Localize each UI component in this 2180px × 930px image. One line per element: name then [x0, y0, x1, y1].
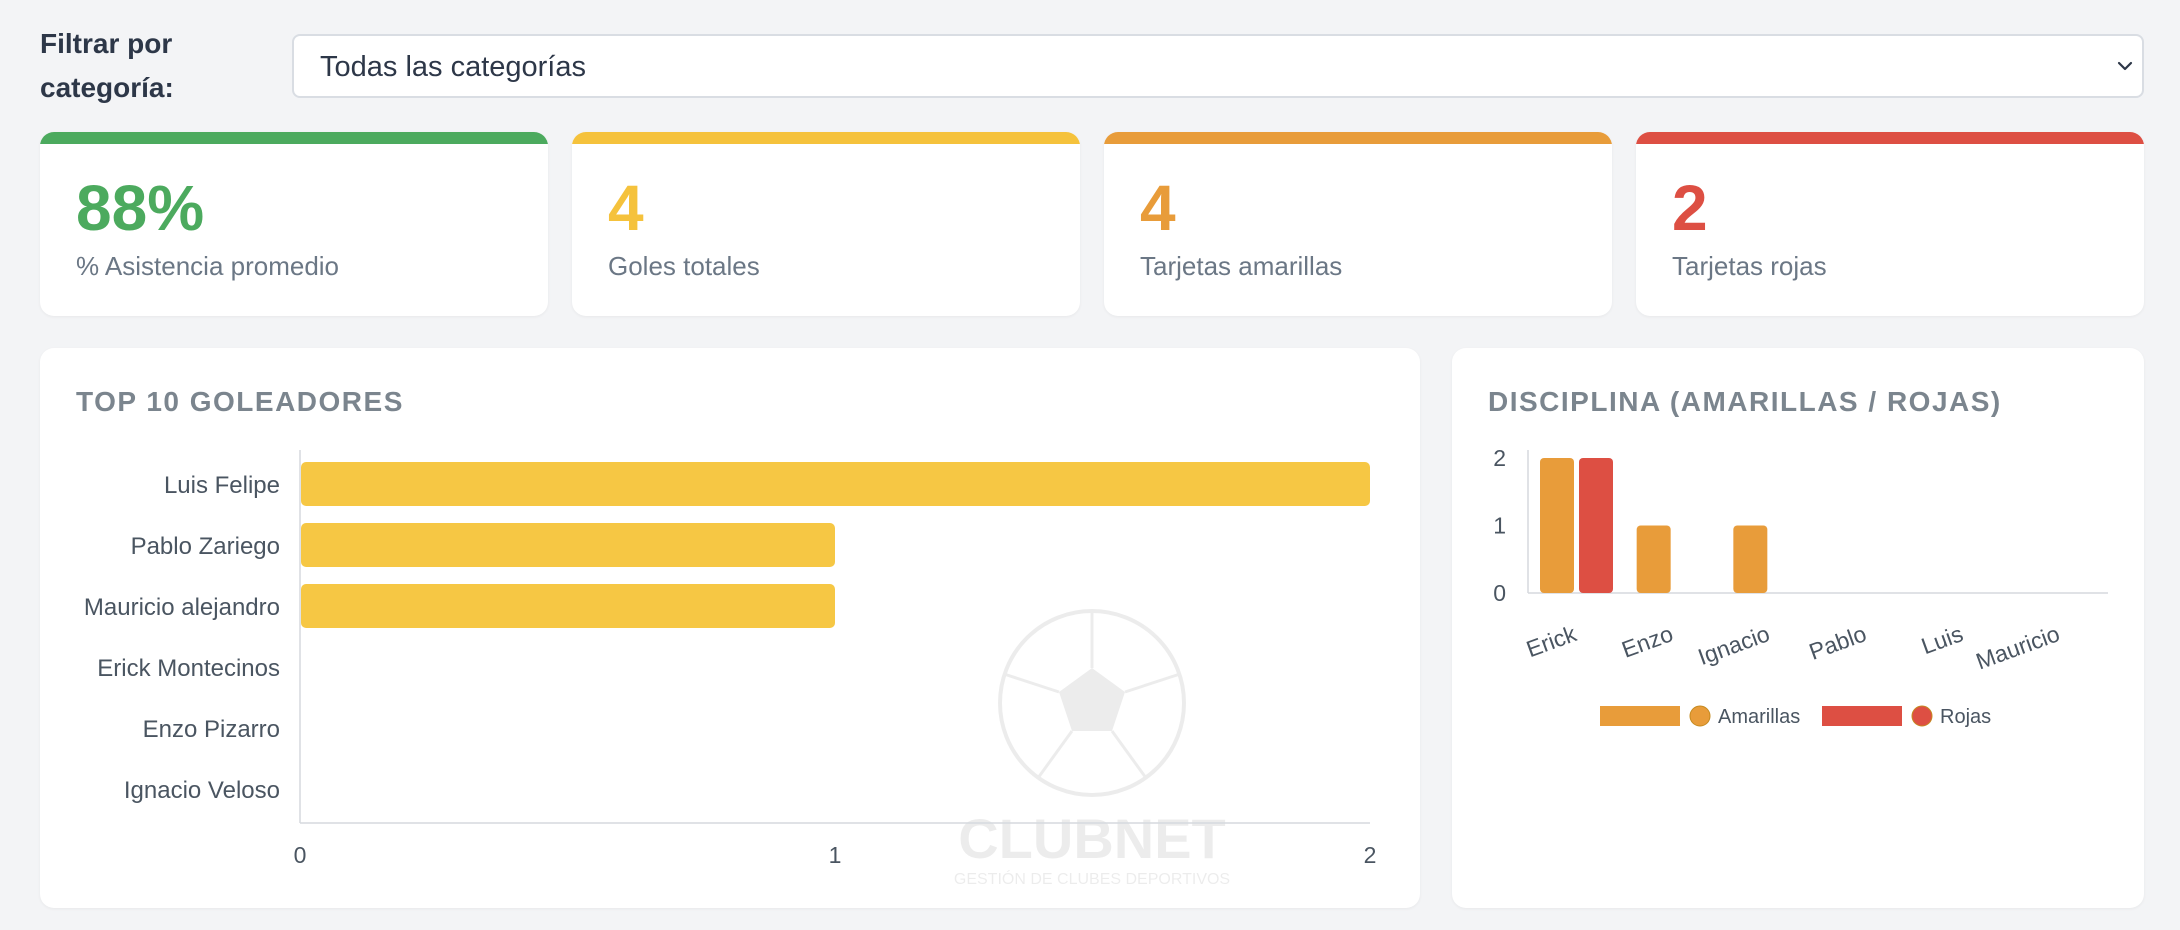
filter-label: Filtrar por categoría:: [40, 28, 174, 103]
top-scorers-panel: CLUBNET GESTIÓN DE CLUBES DEPORTIVOS Lui…: [40, 348, 1420, 908]
y-tick-label: 1: [1493, 513, 1506, 539]
kpi-value: 4: [1140, 172, 1176, 244]
x-tick-label: Ignacio: [1694, 620, 1773, 670]
clubnet-watermark: CLUBNET GESTIÓN DE CLUBES DEPORTIVOS: [954, 609, 1230, 888]
kpi-label: Tarjetas rojas: [1672, 251, 1827, 281]
discipline-chart: 0 1 2 Erick Enzo Ignacio Pablo Luis Mauricio Amar…: [1493, 445, 2108, 728]
legend-label: Amarillas: [1718, 706, 1800, 728]
kpi-label: Tarjetas amarillas: [1140, 251, 1343, 281]
kpi-accent-bar: [572, 132, 1080, 144]
kpi-value: 2: [1672, 172, 1708, 244]
discipline-title: DISCIPLINA (AMARILLAS / ROJAS): [1488, 386, 2002, 417]
category-label: Ignacio Veloso: [124, 777, 280, 804]
x-tick-label: Luis: [1918, 620, 1967, 659]
category-label: Erick Montecinos: [97, 655, 280, 682]
x-tick-label: Pablo: [1806, 620, 1870, 665]
discipline-panel: 0 1 2 Erick Enzo Ignacio Pablo Luis Mauricio Amar…: [1452, 348, 2144, 908]
category-label: Pablo Zariego: [131, 533, 280, 560]
kpi-label: % Asistencia promedio: [76, 251, 340, 281]
category-filter-row: Filtrar por categoría: Todas las categor…: [40, 22, 2144, 103]
category-label: Enzo Pizarro: [143, 716, 280, 743]
kpi-accent-bar: [40, 132, 548, 144]
category-select[interactable]: Todas las categorías: [292, 34, 2144, 98]
x-tick-label: Enzo: [1618, 620, 1676, 662]
kpi-value: 88%: [76, 172, 205, 244]
kpi-label: Goles totales: [608, 251, 760, 281]
x-tick-label: 2: [1364, 842, 1377, 868]
legend-label: Rojas: [1940, 706, 1991, 728]
watermark-tagline: GESTIÓN DE CLUBES DEPORTIVOS: [954, 869, 1230, 888]
discipline-plot-area: 0 1 2 Erick Enzo Ignacio Pablo Luis Mauricio Amar…: [1493, 445, 2108, 728]
bar: [301, 584, 835, 628]
bar: [301, 523, 835, 567]
bar: [1579, 458, 1613, 593]
y-tick-label: 2: [1493, 445, 1506, 471]
legend-swatch: [1600, 706, 1680, 726]
legend-dot-icon: [1689, 705, 1711, 727]
kpi-card-red-cards: 2 Tarjetas rojas: [1636, 132, 2144, 316]
bar: [301, 462, 1370, 506]
kpi-accent-bar: [1636, 132, 2144, 144]
top-scorers-chart: CLUBNET GESTIÓN DE CLUBES DEPORTIVOS Lui…: [84, 450, 1377, 888]
watermark-name: CLUBNET: [958, 807, 1226, 870]
kpi-card-goals: 4 Goles totales: [572, 132, 1080, 316]
bar: [1636, 525, 1671, 593]
chevron-down-icon: [2117, 61, 2133, 71]
category-label: Mauricio alejandro: [84, 594, 280, 621]
legend-swatch: [1822, 706, 1902, 726]
kpi-card-yellow-cards: 4 Tarjetas amarillas: [1104, 132, 1612, 316]
category-label: Luis Felipe: [164, 472, 280, 499]
legend-dot-icon: [1911, 705, 1933, 727]
category-select-value: Todas las categorías: [320, 51, 586, 83]
bar: [1540, 458, 1574, 593]
y-tick-label: 0: [1493, 580, 1506, 606]
scorers-plot-area: Luis Felipe Pablo Zariego Mauricio alejand…: [84, 450, 1377, 868]
bar: [1733, 525, 1768, 593]
kpi-accent-bar: [1104, 132, 1612, 144]
top-scorers-title: TOP 10 GOLEADORES: [76, 386, 404, 417]
x-tick-label: 0: [294, 842, 307, 868]
kpi-card-attendance: 88% % Asistencia promedio: [40, 132, 548, 316]
kpi-value: 4: [608, 172, 644, 244]
x-tick-label: Mauricio: [1972, 620, 2063, 674]
x-tick-label: 1: [829, 842, 842, 868]
x-tick-label: Erick: [1523, 620, 1580, 662]
